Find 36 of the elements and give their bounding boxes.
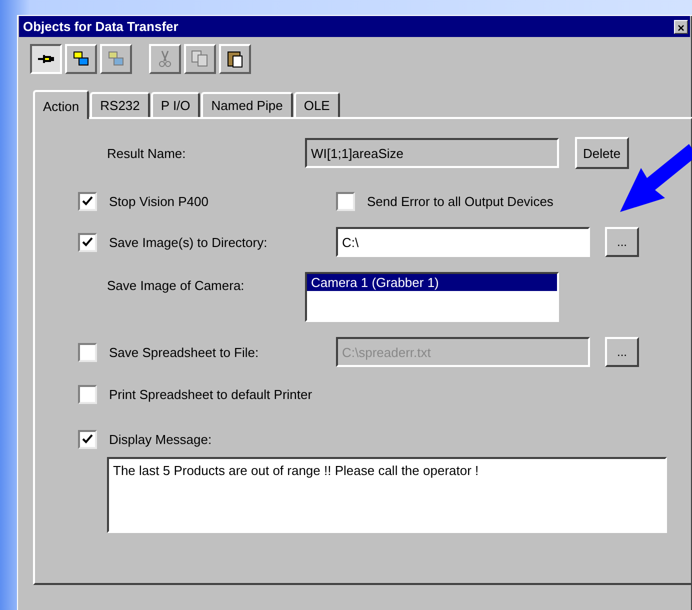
checkbox[interactable] (78, 385, 97, 404)
checkbox[interactable] (78, 192, 97, 211)
tab[interactable]: P I/O (150, 92, 200, 117)
paste-icon (225, 49, 245, 69)
tab[interactable]: Action (33, 90, 90, 119)
path-field[interactable]: C:\ (336, 227, 590, 257)
tool-tool-button[interactable] (65, 44, 97, 74)
checkbox[interactable] (78, 232, 97, 252)
close-button[interactable]: × (674, 20, 688, 34)
tab[interactable]: OLE (294, 92, 340, 117)
message-field[interactable]: The last 5 Products are out of range !! Please call the operator ! (107, 457, 667, 533)
browse-button[interactable]: ... (605, 227, 639, 257)
copy-icon (190, 49, 210, 69)
window-title: Objects for Data Transfer (23, 19, 178, 34)
delete-button[interactable]: Delete (575, 137, 629, 169)
field-label: Save Image of Camera: (106, 277, 246, 293)
tab[interactable]: RS232 (90, 92, 150, 117)
pin-tool-button[interactable] (30, 44, 62, 74)
camera-list[interactable]: Camera 1 (Grabber 1) (305, 272, 559, 322)
checkbox[interactable] (78, 430, 97, 449)
list-item[interactable]: Camera 1 (Grabber 1) (307, 274, 557, 291)
checkbox-label: Send Error to all Output Devices (367, 194, 554, 209)
check-icon (82, 236, 93, 248)
check-icon (82, 196, 93, 207)
checkbox-label: Save Spreadsheet to File: (109, 344, 260, 360)
paste-tool-button[interactable] (219, 44, 251, 74)
checkbox[interactable] (336, 192, 355, 211)
checkbox-label: Stop Vision P400 (109, 194, 210, 209)
pointer-arrow (620, 144, 692, 212)
field-label: Result Name: (106, 146, 187, 160)
checkbox-label: Print Spreadsheet to default Printer (109, 387, 312, 402)
checkbox-label: Save Image(s) to Directory: (109, 234, 268, 250)
checkbox-label: Display Message: (109, 432, 212, 447)
tab[interactable]: Named Pipe (201, 92, 293, 117)
check-icon (82, 434, 93, 445)
result-name-field[interactable]: WI[1;1]areaSize (305, 138, 559, 168)
